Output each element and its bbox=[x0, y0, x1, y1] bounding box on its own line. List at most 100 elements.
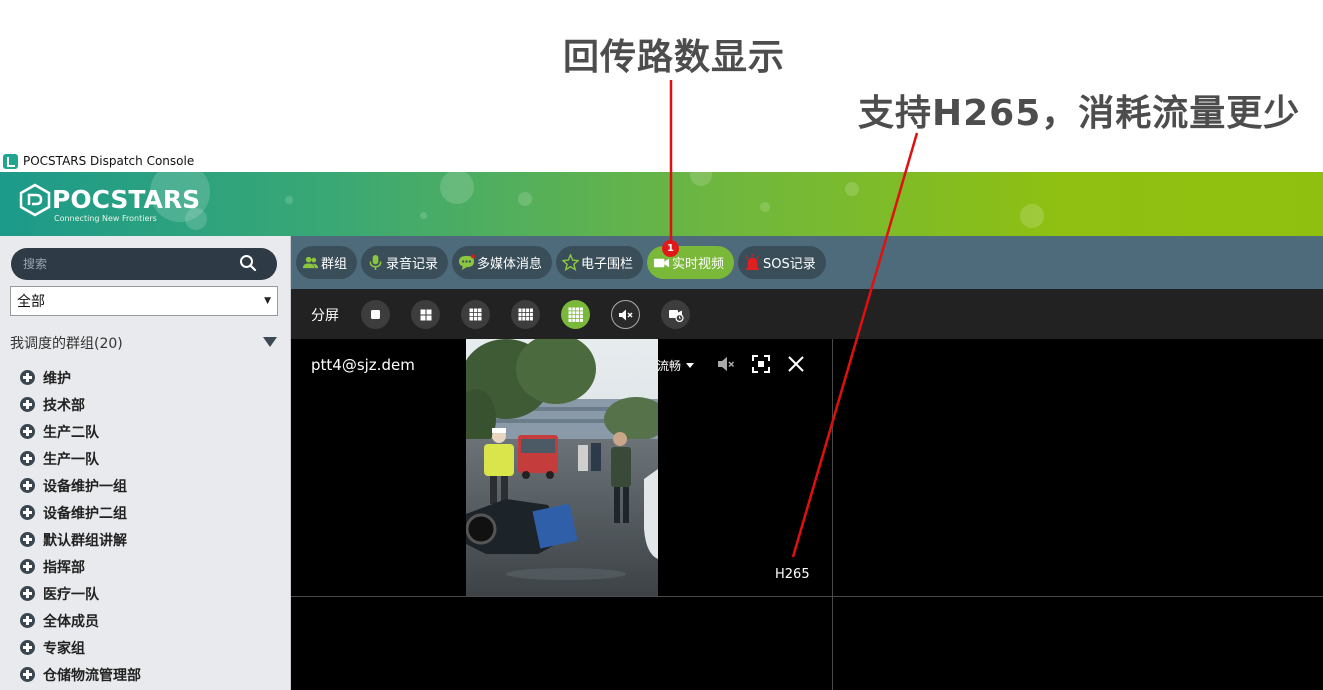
group-name: 设备维护一组 bbox=[43, 478, 127, 495]
group-item[interactable]: 仓储物流管理部 bbox=[20, 661, 280, 688]
group-item[interactable]: 设备维护一组 bbox=[20, 472, 280, 499]
video-record-button[interactable] bbox=[661, 300, 690, 329]
select-arrow-icon: ▼ bbox=[264, 296, 271, 306]
single-view-icon bbox=[371, 310, 380, 319]
live-video-tab-button[interactable]: 实时视频 bbox=[647, 246, 735, 279]
group-users-icon bbox=[302, 256, 319, 269]
group-item[interactable]: 医疗一队 bbox=[20, 580, 280, 607]
speaker-mute-icon[interactable] bbox=[716, 355, 736, 373]
split-1-button[interactable] bbox=[361, 300, 390, 329]
decor-bubble bbox=[440, 172, 474, 204]
geofence-tab-label: 电子围栏 bbox=[581, 257, 634, 272]
alarm-siren-icon bbox=[745, 254, 760, 271]
decor-bubble bbox=[518, 192, 532, 206]
decor-bubble bbox=[285, 196, 293, 204]
expand-plus-icon[interactable] bbox=[20, 370, 35, 385]
search-box[interactable] bbox=[11, 248, 277, 280]
geofence-tab-button[interactable]: 电子围栏 bbox=[556, 246, 644, 279]
close-icon[interactable] bbox=[787, 355, 805, 373]
channel-label: ptt4@sjz.dem bbox=[311, 356, 415, 374]
video-clock-icon bbox=[668, 309, 684, 322]
group-item[interactable]: 生产二队 bbox=[20, 418, 280, 445]
microphone-icon bbox=[369, 254, 382, 271]
group-name: 技术部 bbox=[43, 397, 85, 414]
group-list: 维护 技术部 生产二队 生产一队 设备维护一组 设备维护二组 默认群组讲解 指挥… bbox=[20, 364, 280, 688]
group-name: 维护 bbox=[43, 370, 71, 387]
expand-plus-icon[interactable] bbox=[20, 424, 35, 439]
expand-plus-icon[interactable] bbox=[20, 586, 35, 601]
split-max-button[interactable] bbox=[561, 300, 590, 329]
group-name: 默认群组讲解 bbox=[43, 532, 127, 549]
grid-divider-vertical bbox=[832, 339, 833, 690]
grid-3x3-icon bbox=[469, 308, 482, 321]
logo-mark-icon bbox=[19, 183, 51, 217]
window-title-bar: POCSTARS Dispatch Console bbox=[0, 150, 1323, 172]
group-item[interactable]: 技术部 bbox=[20, 391, 280, 418]
callout-h265-support: 支持H265，消耗流量更少 bbox=[858, 93, 1301, 134]
expand-plus-icon[interactable] bbox=[20, 478, 35, 493]
group-name: 生产二队 bbox=[43, 424, 99, 441]
expand-plus-icon[interactable] bbox=[20, 532, 35, 547]
expand-plus-icon[interactable] bbox=[20, 640, 35, 655]
expand-plus-icon[interactable] bbox=[20, 559, 35, 574]
recordings-tab-button[interactable]: 录音记录 bbox=[361, 246, 449, 279]
group-name: 医疗一队 bbox=[43, 586, 99, 603]
grid-divider-horizontal bbox=[291, 596, 1323, 597]
pocstars-logo: POCSTARS Connecting New Frontiers bbox=[18, 183, 201, 223]
live-video-tab-label: 实时视频 bbox=[672, 257, 725, 272]
group-item[interactable]: 默认群组讲解 bbox=[20, 526, 280, 553]
group-tab-button[interactable]: 群组 bbox=[296, 246, 358, 279]
video-stream-frame[interactable] bbox=[466, 339, 658, 596]
group-filter-select[interactable]: 全部 ▼ bbox=[10, 286, 278, 316]
multimedia-tab-label: 多媒体消息 bbox=[477, 257, 543, 272]
decor-bubble bbox=[690, 172, 712, 186]
callout-stream-count: 回传路数显示 bbox=[563, 37, 786, 78]
split-4-button[interactable] bbox=[411, 300, 440, 329]
app-banner: POCSTARS Connecting New Frontiers bbox=[0, 172, 1323, 236]
expand-plus-icon[interactable] bbox=[20, 613, 35, 628]
expand-plus-icon[interactable] bbox=[20, 451, 35, 466]
expand-plus-icon[interactable] bbox=[20, 505, 35, 520]
split-16-button[interactable] bbox=[511, 300, 540, 329]
decor-bubble bbox=[845, 182, 859, 196]
decor-bubble bbox=[420, 212, 427, 219]
live-video-count-badge: 1 bbox=[662, 240, 679, 257]
split-screen-bar: 分屏 bbox=[291, 289, 1323, 339]
group-item[interactable]: 维护 bbox=[20, 364, 280, 391]
group-item[interactable]: 全体成员 bbox=[20, 607, 280, 634]
group-name: 专家组 bbox=[43, 640, 85, 657]
expand-plus-icon[interactable] bbox=[20, 397, 35, 412]
logo-text: POCSTARS bbox=[52, 185, 201, 214]
quality-value: 流畅 bbox=[657, 359, 682, 373]
filter-value: 全部 bbox=[17, 294, 45, 310]
decor-bubble bbox=[1020, 204, 1044, 228]
grid-4x4-icon bbox=[568, 307, 583, 322]
decor-bubble bbox=[760, 202, 770, 212]
group-item[interactable]: 生产一队 bbox=[20, 445, 280, 472]
multimedia-tab-button[interactable]: 多媒体消息 bbox=[452, 246, 553, 279]
search-input[interactable] bbox=[23, 255, 223, 273]
group-name: 指挥部 bbox=[43, 559, 85, 576]
expand-plus-icon[interactable] bbox=[20, 667, 35, 682]
group-item[interactable]: 指挥部 bbox=[20, 553, 280, 580]
grid-4x3-icon bbox=[518, 308, 533, 321]
logo-tagline: Connecting New Frontiers bbox=[54, 214, 157, 223]
groups-header[interactable]: 我调度的群组(20) bbox=[10, 333, 285, 353]
group-name: 设备维护二组 bbox=[43, 505, 127, 522]
search-icon[interactable] bbox=[239, 254, 257, 272]
speaker-mute-icon bbox=[618, 309, 632, 320]
group-name: 仓储物流管理部 bbox=[43, 667, 141, 684]
group-tab-label: 群组 bbox=[321, 257, 348, 272]
sos-tab-button[interactable]: SOS记录 bbox=[738, 246, 826, 279]
group-item[interactable]: 设备维护二组 bbox=[20, 499, 280, 526]
mute-all-button[interactable] bbox=[611, 300, 640, 329]
collapse-triangle-icon[interactable] bbox=[263, 337, 277, 347]
quality-dropdown[interactable]: 流畅 bbox=[657, 357, 695, 374]
star-fence-icon bbox=[562, 254, 579, 271]
fullscreen-icon[interactable] bbox=[752, 355, 770, 373]
group-item[interactable]: 专家组 bbox=[20, 634, 280, 661]
split-9-button[interactable] bbox=[461, 300, 490, 329]
codec-label: H265 bbox=[775, 567, 810, 582]
caret-down-icon bbox=[686, 363, 695, 368]
video-grid: ptt4@sjz.dem 流畅 H265 bbox=[291, 339, 1323, 690]
